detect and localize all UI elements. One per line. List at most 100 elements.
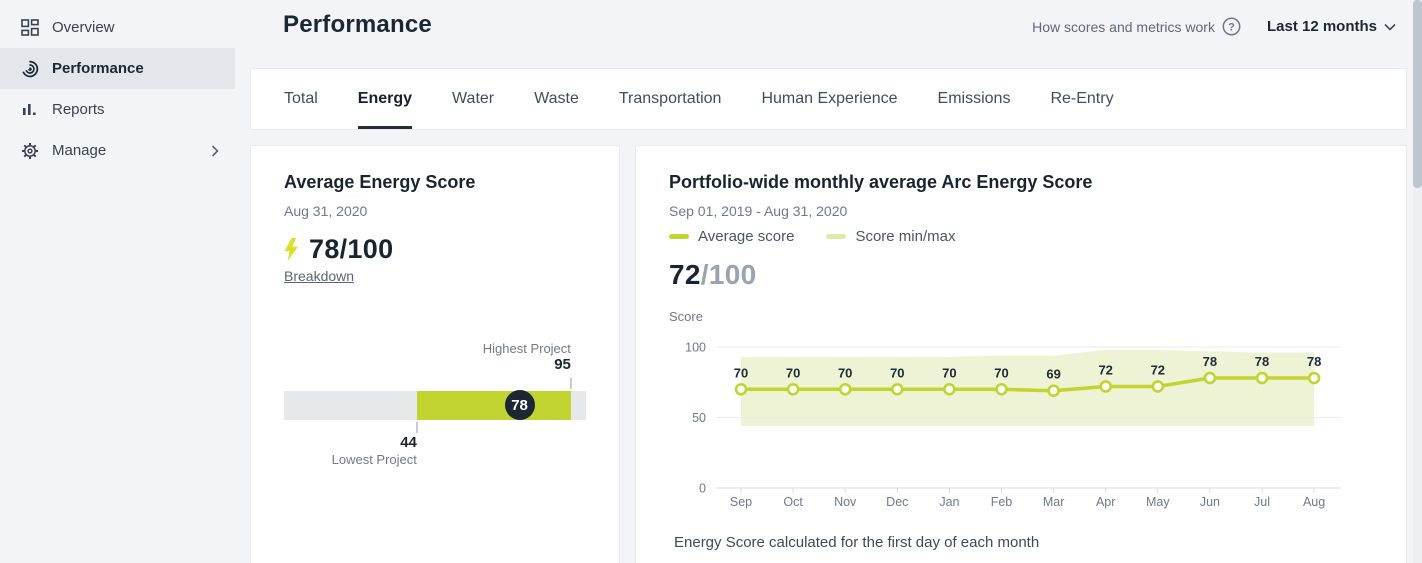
card-title: Portfolio-wide monthly average Arc Energ… (669, 172, 1093, 192)
lightning-bolt-icon (284, 237, 298, 261)
sidebar-item-label: Overview (52, 19, 115, 36)
gauge-lowest-label: Lowest Project (331, 452, 417, 467)
tab-water[interactable]: Water (452, 69, 494, 129)
data-point-label: 70 (994, 365, 1008, 380)
legend-swatch (826, 234, 847, 239)
chevron-right-icon (211, 144, 219, 162)
chart-footnote: Energy Score calculated for the first da… (674, 534, 1040, 551)
average-score-value: 78/100 (309, 234, 394, 264)
y-axis-title: Score (669, 309, 703, 324)
data-point-label: 72 (1151, 362, 1165, 377)
gauge-lowest-value: 44 (400, 434, 417, 451)
data-point[interactable] (1203, 371, 1217, 385)
x-tick-label: Jul (1254, 495, 1270, 509)
score-row: 78/100 (284, 234, 393, 265)
page-title: Performance (283, 11, 432, 38)
legend-swatch (669, 234, 689, 239)
data-point[interactable] (1151, 380, 1165, 393)
date-range-dropdown[interactable]: Last 12 months (1267, 18, 1396, 35)
x-tick-label: Jan (939, 495, 959, 509)
breakdown-link[interactable]: Breakdown (284, 268, 354, 284)
data-point[interactable] (786, 382, 800, 396)
x-tick-label: Apr (1096, 495, 1115, 509)
sidebar: Overview Performance Reports Manage (0, 0, 235, 563)
tab-re-entry[interactable]: Re-Entry (1050, 69, 1113, 129)
scrollbar[interactable] (1413, 0, 1422, 563)
tabs-bar: Total Energy Water Waste Transportation Human… (250, 68, 1407, 130)
scrollbar-thumb[interactable] (1413, 0, 1422, 188)
x-tick-label: Nov (834, 495, 857, 509)
data-point[interactable] (734, 382, 748, 396)
legend-label: Score min/max (855, 228, 956, 245)
gauge-range-fill (416, 391, 571, 420)
energy-score-line-chart: 100 50 0 70 Sep 70 Oct 70 Nov 70 Dec 70 Jan 70 Feb 69 Ma… (685, 341, 1341, 509)
data-point[interactable] (890, 382, 904, 396)
tab-total[interactable]: Total (284, 69, 318, 129)
help-link[interactable]: How scores and metrics work ? (1032, 17, 1241, 36)
card-title: Average Energy Score (284, 172, 476, 192)
data-point[interactable] (1099, 380, 1113, 393)
card-date: Aug 31, 2020 (284, 203, 368, 219)
sidebar-item-performance[interactable]: Performance (0, 48, 235, 89)
data-point-label: 70 (786, 365, 800, 380)
gauge-lowest-tick (415, 422, 418, 433)
x-tick-label: Mar (1043, 495, 1065, 509)
tab-human-experience[interactable]: Human Experience (761, 69, 897, 129)
legend-item-score-min-max: Score min/max (826, 228, 955, 245)
gauge-highest-tick (569, 378, 572, 389)
chart-legend: Average score Score min/max (669, 228, 955, 245)
tab-transportation[interactable]: Transportation (619, 69, 722, 129)
portfolio-score-value: 72 (669, 259, 701, 290)
data-point-label: 69 (1046, 367, 1060, 382)
x-tick-label: Oct (783, 495, 803, 509)
legend-label: Average score (698, 228, 795, 245)
y-tick-label: 100 (685, 341, 706, 355)
data-point[interactable] (1255, 371, 1269, 385)
monthly-chart-card: Portfolio-wide monthly average Arc Energ… (635, 145, 1407, 563)
sidebar-item-label: Reports (52, 101, 105, 118)
data-point-label: 78 (1307, 354, 1321, 369)
date-range-label: Last 12 months (1266, 18, 1377, 35)
app-root: Overview Performance Reports Manage Perform… (0, 0, 1422, 563)
arc-logo-icon (21, 60, 39, 78)
card-date-range: Sep 01, 2019 - Aug 31, 2020 (669, 203, 848, 219)
data-point[interactable] (1307, 371, 1321, 385)
portfolio-score-max: /100 (700, 259, 757, 290)
tab-emissions[interactable]: Emissions (938, 69, 1011, 129)
score-gauge: Highest Project 95 78 44 Lowest Project (284, 341, 586, 471)
sidebar-item-overview[interactable]: Overview (0, 7, 235, 48)
data-point-label: 70 (890, 365, 904, 380)
data-point-label: 70 (838, 365, 852, 380)
data-point-label: 78 (1255, 354, 1269, 369)
grid-icon (21, 18, 39, 37)
sidebar-item-label: Manage (52, 142, 107, 159)
data-point[interactable] (995, 382, 1008, 396)
data-point[interactable] (1047, 384, 1060, 398)
x-tick-label: Jun (1200, 495, 1220, 509)
data-point[interactable] (838, 382, 852, 396)
gauge-track (284, 391, 586, 420)
x-tick-label: Sep (730, 495, 752, 509)
chevron-down-icon (1384, 23, 1396, 31)
tab-waste[interactable]: Waste (534, 69, 579, 129)
sidebar-item-manage[interactable]: Manage (0, 130, 235, 171)
y-tick-label: 0 (699, 482, 706, 496)
gear-icon (21, 142, 39, 160)
bar-chart-icon (21, 101, 39, 119)
gauge-average-badge: 78 (504, 390, 535, 420)
x-tick-label: Dec (886, 495, 908, 509)
sidebar-item-reports[interactable]: Reports (0, 89, 235, 130)
data-point[interactable] (943, 382, 956, 396)
x-tick-label: Aug (1303, 495, 1325, 509)
data-point-label: 78 (1203, 354, 1217, 369)
x-tick-label: May (1146, 495, 1170, 509)
y-tick-label: 50 (692, 411, 706, 425)
x-tick-label: Feb (991, 495, 1013, 509)
question-circle-icon: ? (1222, 17, 1241, 36)
data-point-label: 70 (942, 365, 956, 380)
tab-energy[interactable]: Energy (357, 69, 413, 129)
portfolio-score: 72/100 (669, 259, 756, 291)
help-link-label: How scores and metrics work (1032, 18, 1215, 35)
gauge-highest-value: 95 (554, 356, 571, 373)
svg-text:?: ? (1228, 21, 1235, 33)
